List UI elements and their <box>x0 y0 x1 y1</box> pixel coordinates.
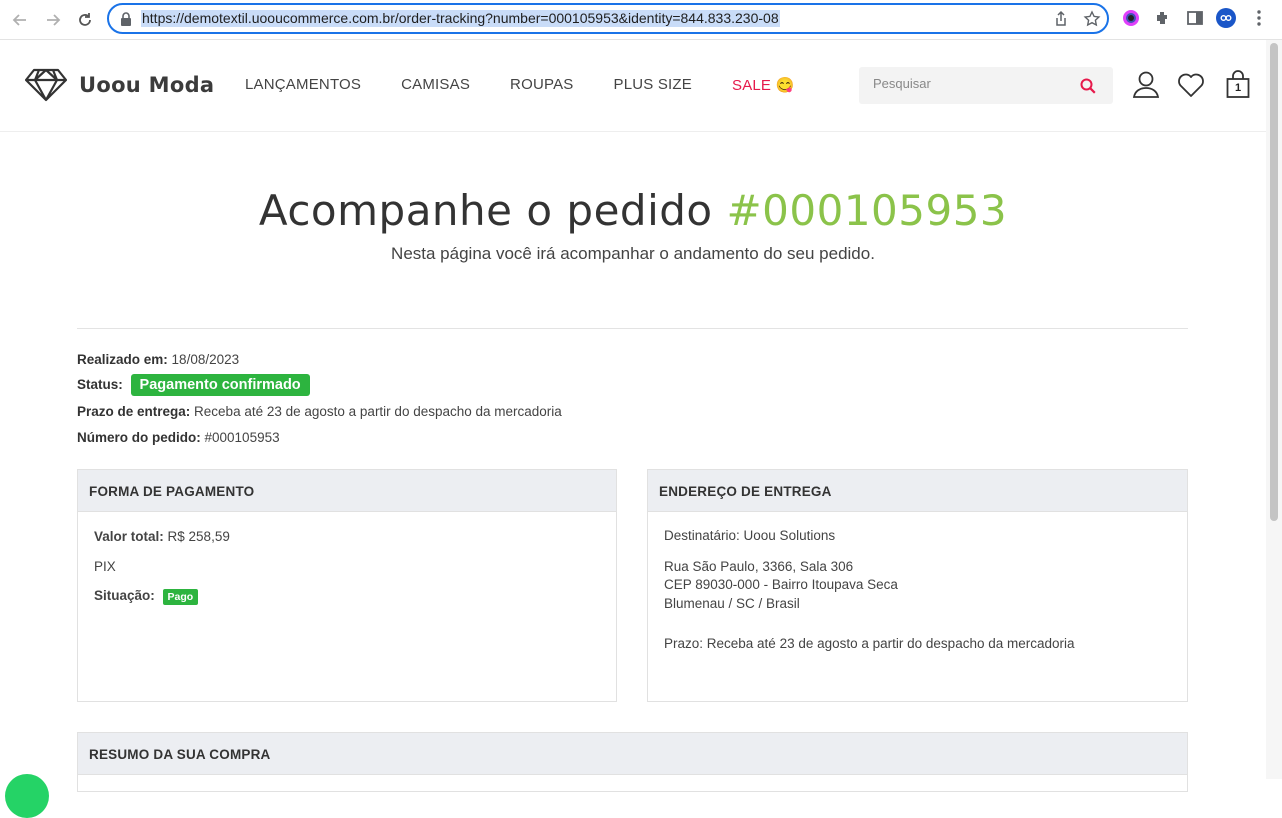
total-value: R$ 258,59 <box>167 529 230 544</box>
search-box <box>859 67 1113 104</box>
kebab-menu-icon[interactable] <box>1249 8 1269 28</box>
status-row: Status: Pagamento confirmado <box>77 374 310 396</box>
cart-button[interactable]: 1 <box>1226 70 1250 100</box>
recipient: Destinatário: Uoou Solutions <box>664 528 836 543</box>
main-menu: LANÇAMENTOS CAMISAS ROUPAS PLUS SIZE SAL… <box>245 76 834 94</box>
extensions-icon[interactable] <box>1153 8 1173 28</box>
order-number-value: #000105953 <box>204 430 280 445</box>
deadline-value: Receba até 23 de agosto a partir do desp… <box>194 404 562 419</box>
url-text[interactable]: https://demotextil.uooucommerce.com.br/o… <box>141 10 780 27</box>
site-header: Uoou Moda LANÇAMENTOS CAMISAS ROUPAS PLU… <box>0 40 1266 132</box>
placed-date-row: Realizado em: 18/08/2023 <box>77 352 239 367</box>
menu-item-camisas[interactable]: CAMISAS <box>401 76 470 94</box>
browser-toolbar: https://demotextil.uooucommerce.com.br/o… <box>0 0 1282 40</box>
sidepanel-icon[interactable] <box>1185 8 1205 28</box>
payment-box: FORMA DE PAGAMENTO Valor total: R$ 258,5… <box>77 469 617 702</box>
menu-item-plus-size[interactable]: PLUS SIZE <box>613 76 692 94</box>
whatsapp-button[interactable] <box>5 774 49 818</box>
menu-item-roupas[interactable]: ROUPAS <box>510 76 573 94</box>
payment-total-row: Valor total: R$ 258,59 <box>94 529 600 544</box>
search-icon[interactable] <box>1079 77 1097 95</box>
address-line-3: Blumenau / SC / Brasil <box>664 595 800 611</box>
payment-situation-row: Situação: Pago <box>94 588 600 605</box>
total-label: Valor total: <box>94 529 164 544</box>
user-icon[interactable] <box>1132 70 1160 100</box>
back-icon[interactable] <box>8 8 32 32</box>
deadline-row: Prazo de entrega: Receba até 23 de agost… <box>77 404 562 419</box>
heart-icon[interactable] <box>1177 70 1205 100</box>
title-prefix: Acompanhe o pedido <box>258 186 713 235</box>
reload-icon[interactable] <box>73 8 97 32</box>
shipping-box: ENDEREÇO DE ENTREGA Destinatário: Uoou S… <box>647 469 1188 702</box>
scrollbar-thumb[interactable] <box>1270 43 1278 521</box>
shipping-deadline: Prazo: Receba até 23 de agosto a partir … <box>664 636 1075 651</box>
menu-item-sale[interactable]: SALE 😋 <box>732 76 794 94</box>
search-input[interactable] <box>873 76 1063 91</box>
summary-heading: RESUMO DA SUA COMPRA <box>78 733 1187 775</box>
diamond-icon <box>25 68 67 102</box>
status-label: Status: <box>77 377 123 392</box>
situation-label: Situação: <box>94 588 155 603</box>
address-line-1: Rua São Paulo, 3366, Sala 306 <box>664 558 854 574</box>
title-order-number: #000105953 <box>726 186 1008 235</box>
status-badge: Pagamento confirmado <box>130 374 310 396</box>
placed-label: Realizado em: <box>77 352 168 367</box>
lock-icon <box>121 12 131 26</box>
order-number-row: Número do pedido: #000105953 <box>77 430 280 445</box>
logo[interactable]: Uoou Moda <box>25 68 214 102</box>
star-icon[interactable] <box>1083 10 1101 28</box>
payment-heading: FORMA DE PAGAMENTO <box>78 470 616 512</box>
deadline-label: Prazo de entrega: <box>77 404 191 419</box>
summary-box: RESUMO DA SUA COMPRA <box>77 732 1188 792</box>
situation-badge: Pago <box>162 589 199 605</box>
order-number-label: Número do pedido: <box>77 430 201 445</box>
forward-icon[interactable] <box>41 8 65 32</box>
page-subtitle: Nesta página você irá acompanhar o andam… <box>391 244 875 263</box>
profile-icon[interactable] <box>1216 8 1236 28</box>
color-extension-icon[interactable] <box>1121 8 1141 28</box>
address-bar[interactable]: https://demotextil.uooucommerce.com.br/o… <box>107 3 1109 34</box>
address-line-2: CEP 89030-000 - Bairro Itoupava Seca <box>664 577 898 592</box>
divider <box>77 328 1188 329</box>
menu-item-lancamentos[interactable]: LANÇAMENTOS <box>245 76 361 94</box>
share-icon[interactable] <box>1052 10 1070 28</box>
cart-count: 1 <box>1234 82 1242 94</box>
payment-method: PIX <box>94 559 116 574</box>
page-title: Acompanhe o pedido #000105953 <box>0 186 1266 235</box>
page-scrollbar[interactable] <box>1266 40 1282 779</box>
shipping-heading: ENDEREÇO DE ENTREGA <box>648 470 1187 512</box>
placed-value: 18/08/2023 <box>171 352 240 367</box>
brand-name: Uoou Moda <box>79 73 215 97</box>
